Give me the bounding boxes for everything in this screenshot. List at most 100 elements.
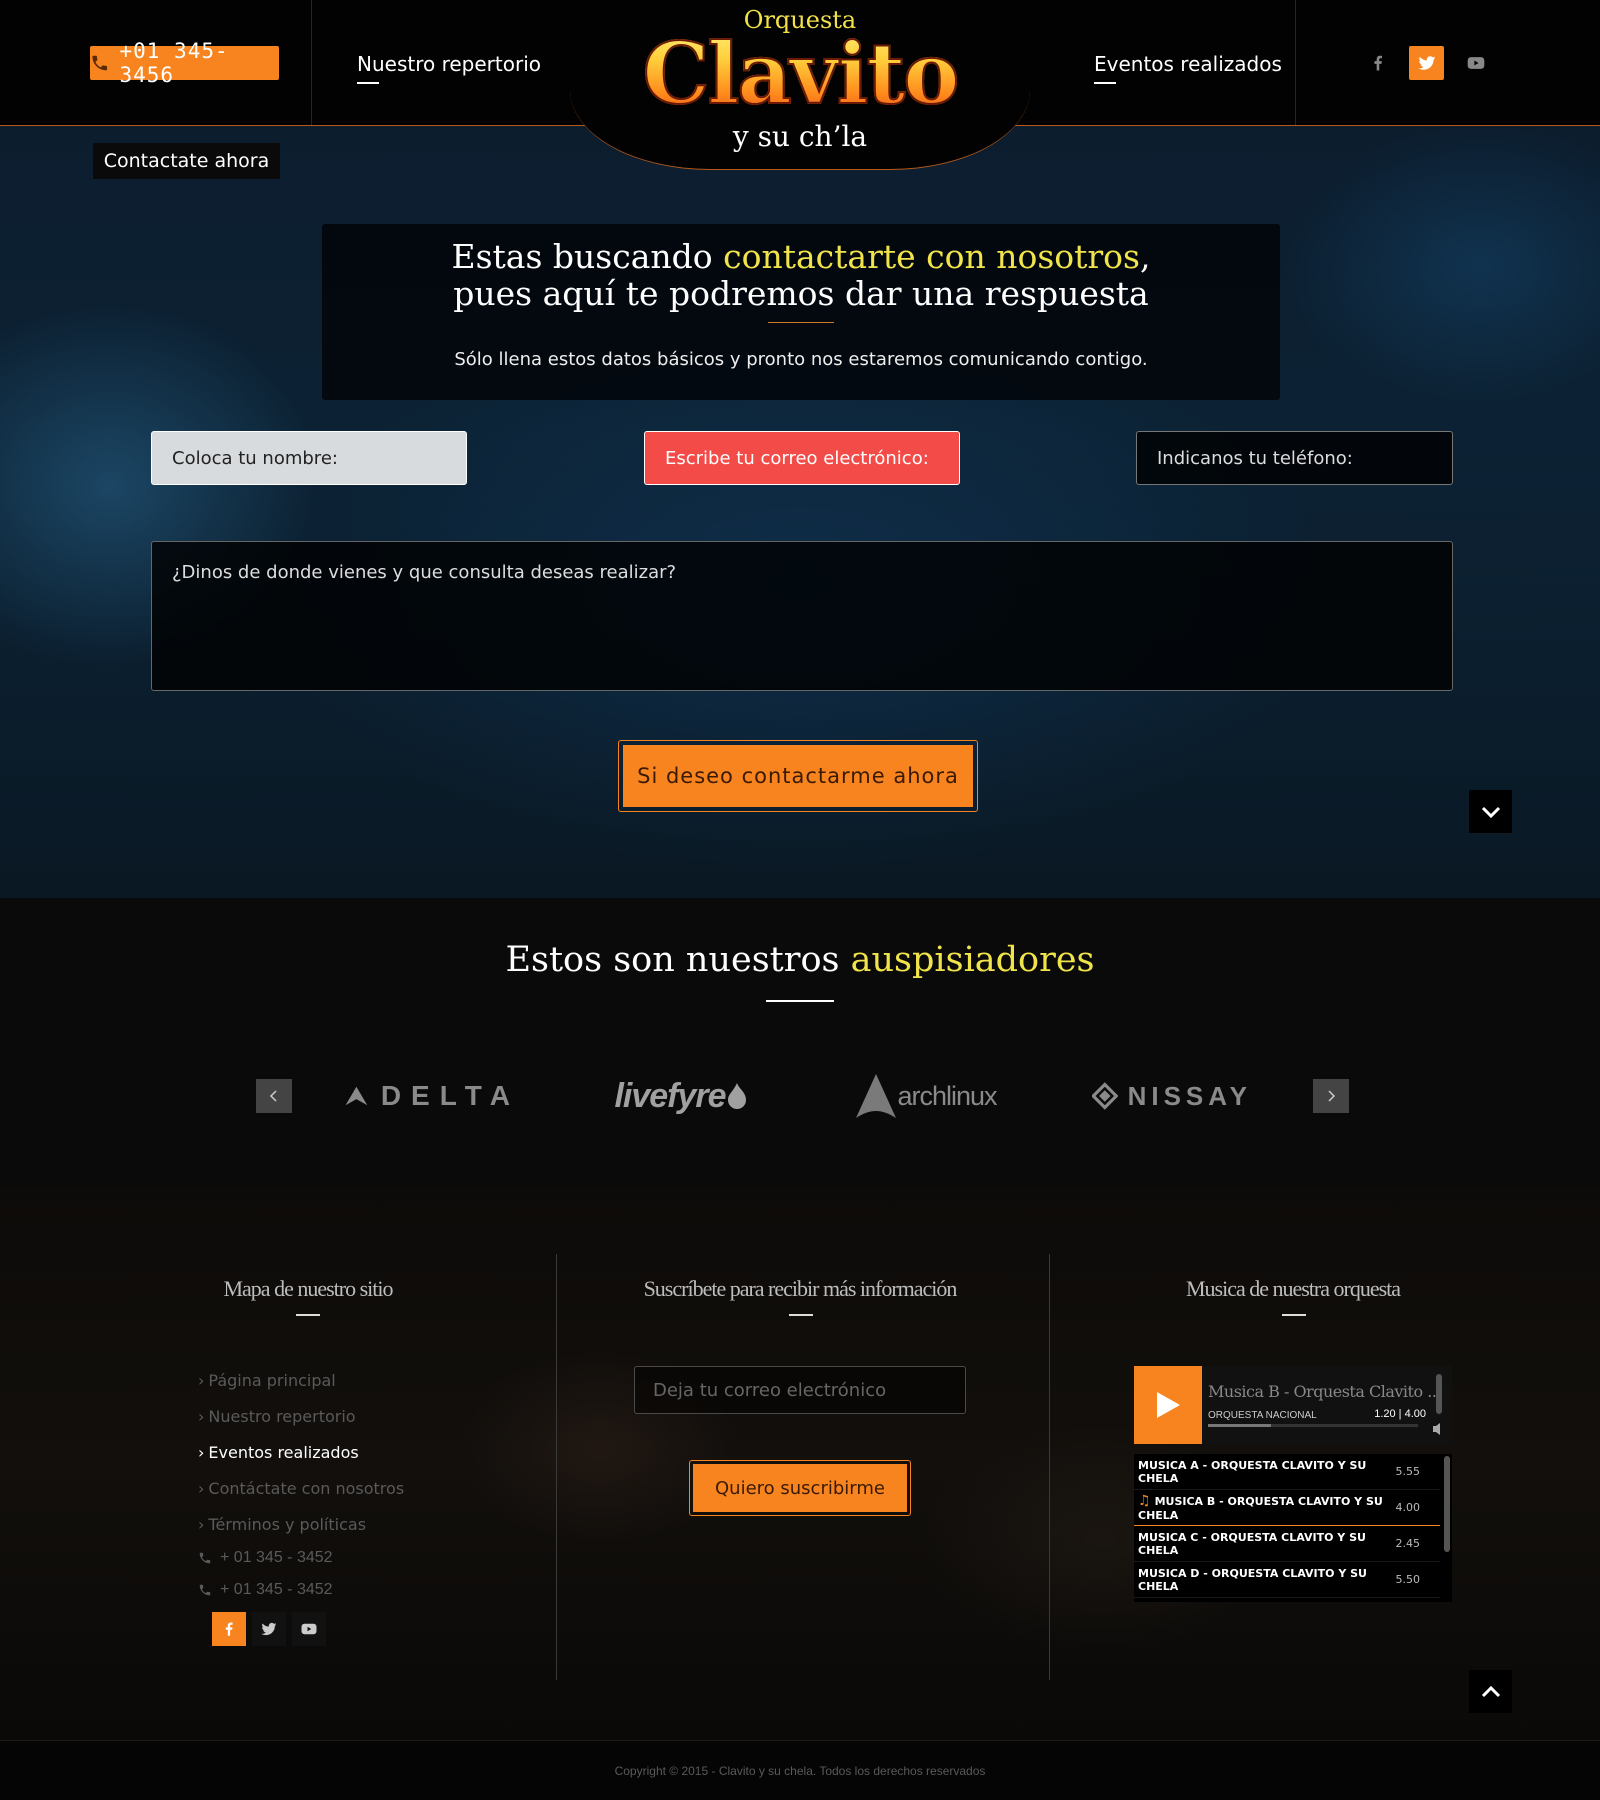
- now-playing-title: Musica B - Orquesta Clavito ...: [1208, 1382, 1441, 1401]
- youtube-icon[interactable]: [292, 1612, 326, 1646]
- sponsor-archlinux-text: archlinux: [897, 1080, 997, 1111]
- sponsors-title-a: Estos son nuestros: [505, 940, 851, 980]
- section-tag: Contactate ahora: [93, 143, 280, 179]
- phone-icon: [92, 55, 108, 71]
- header-divider: [1295, 0, 1296, 125]
- submit-button-frame: Si deseo contactarme ahora: [618, 740, 978, 812]
- footer-divider: [1049, 1254, 1050, 1680]
- playlist-item-duration: 2.45: [1395, 1537, 1421, 1550]
- subscribe-button[interactable]: Quiero suscribirme: [693, 1464, 907, 1512]
- sitemap-list: › Página principal › Nuestro repertorio › E…: [198, 1362, 404, 1606]
- header-divider: [311, 0, 312, 125]
- title-divider: [789, 1314, 813, 1316]
- chevron-down-icon: [1481, 806, 1500, 818]
- chevron-right-icon: [1328, 1090, 1336, 1102]
- sitemap-link[interactable]: › Página principal: [198, 1362, 404, 1398]
- phone-field[interactable]: Indicanos tu teléfono:: [1136, 431, 1453, 485]
- footer-phone: + 01 345 - 3452: [198, 1542, 404, 1574]
- carousel-prev-button[interactable]: [256, 1079, 292, 1113]
- facebook-icon[interactable]: [1360, 46, 1395, 80]
- sponsor-delta-text: DELTA: [380, 1080, 520, 1111]
- playlist-item[interactable]: MUSICA D - ORQUESTA CLAVITO Y SU CHELA 5…: [1134, 1562, 1440, 1598]
- intro-title: Estas buscando contactarte con nosotros,…: [322, 238, 1280, 312]
- facebook-icon[interactable]: [212, 1612, 246, 1646]
- subscribe-title: Suscríbete para recibir más información: [643, 1276, 958, 1301]
- sitemap-link[interactable]: › Contáctate con nosotros: [198, 1470, 404, 1506]
- submit-button[interactable]: Si deseo contactarme ahora: [623, 745, 973, 807]
- sitemap-link[interactable]: › Términos y políticas: [198, 1506, 404, 1542]
- playlist-item-duration: 5.50: [1395, 1573, 1421, 1586]
- phone-number: +01 345-3456: [119, 39, 229, 87]
- flame-icon: [727, 1083, 746, 1109]
- playlist-item[interactable]: MUSICA A - ORQUESTA CLAVITO Y SU CHELA 5…: [1134, 1454, 1440, 1490]
- sitemap-link[interactable]: › Nuestro repertorio: [198, 1398, 404, 1434]
- playlist-item-duration: 5.55: [1395, 1465, 1421, 1478]
- sitemap-link-label: Eventos realizados: [208, 1442, 359, 1462]
- scroll-to-top-button[interactable]: [1469, 1670, 1512, 1713]
- logo-subtitle: y su ch’la: [732, 120, 868, 153]
- nav-repertorio[interactable]: Nuestro repertorio: [357, 52, 541, 84]
- sitemap-title: Mapa de nuestro sitio: [223, 1276, 393, 1301]
- title-divider: [766, 1000, 834, 1002]
- sponsors-title-highlight: auspisiadores: [850, 940, 1095, 980]
- sponsor-logo-delta: DELTA: [344, 1068, 520, 1124]
- logo-wordmark: Clavito: [570, 23, 1030, 124]
- playlist-item-title: MUSICA C - ORQUESTA CLAVITO Y SU CHELA: [1138, 1530, 1366, 1557]
- progress-bar[interactable]: [1208, 1424, 1418, 1427]
- intro-title-line2: pues aquí te podremos dar una respuesta: [453, 274, 1149, 313]
- title-divider: [1282, 1314, 1306, 1316]
- volume-slider[interactable]: [1436, 1374, 1442, 1414]
- message-field[interactable]: ¿Dinos de donde vienes y que consulta de…: [151, 541, 1453, 691]
- chevron-right-icon: ›: [198, 1442, 205, 1462]
- volume-icon: [1433, 1423, 1440, 1435]
- now-playing-artist: ORQUESTA NACIONAL: [1208, 1410, 1317, 1421]
- sitemap-link-label: Página principal: [208, 1370, 336, 1390]
- play-button[interactable]: [1134, 1366, 1202, 1444]
- nav-eventos[interactable]: Eventos realizados: [1094, 52, 1282, 84]
- chevron-right-icon: ›: [198, 1406, 205, 1426]
- sitemap-link-label: Nuestro repertorio: [208, 1406, 356, 1426]
- phone-button[interactable]: +01 345-3456: [90, 39, 279, 87]
- player-header: Musica B - Orquesta Clavito ... ORQUESTA…: [1134, 1366, 1452, 1444]
- playlist-item-title: MUSICA B - ORQUESTA CLAVITO Y SU CHELA: [1138, 1495, 1383, 1522]
- phone-icon: [199, 1584, 211, 1596]
- carousel-next-button[interactable]: [1313, 1079, 1349, 1113]
- name-field[interactable]: Coloca tu nombre:: [151, 431, 467, 485]
- playlist-item[interactable]: MUSICA C - ORQUESTA CLAVITO Y SU CHELA 2…: [1134, 1526, 1440, 1562]
- footer-phone-number: + 01 345 - 3452: [220, 1581, 333, 1598]
- playlist-scrollbar[interactable]: [1444, 1456, 1450, 1552]
- scroll-down-button[interactable]: [1469, 790, 1512, 833]
- playlist-item-title-wrap: ♫ MUSICA B - ORQUESTA CLAVITO Y SU CHELA: [1138, 1493, 1396, 1522]
- sponsor-logo-archlinux: archlinux: [846, 1068, 1006, 1124]
- sitemap-link-label: Contáctate con nosotros: [208, 1478, 405, 1498]
- sponsors-title: Estos son nuestros auspisiadores: [0, 940, 1600, 980]
- playlist: MUSICA A - ORQUESTA CLAVITO Y SU CHELA 5…: [1134, 1454, 1452, 1602]
- youtube-icon[interactable]: [1458, 46, 1493, 80]
- email-field[interactable]: Escribe tu correo electrónico:: [644, 431, 960, 485]
- chevron-right-icon: ›: [198, 1370, 205, 1390]
- subscribe-email-input[interactable]: Deja tu correo electrónico: [634, 1366, 966, 1414]
- sponsors-section: Estos son nuestros auspisiadores DELTA l…: [0, 898, 1600, 1188]
- site-logo[interactable]: Orquesta Clavito y su ch’la: [570, 0, 1030, 170]
- chevron-up-icon: [1481, 1685, 1500, 1697]
- music-player: Musica B - Orquesta Clavito ... ORQUESTA…: [1134, 1366, 1452, 1602]
- title-divider: [296, 1314, 320, 1316]
- playlist-item-active[interactable]: ♫ MUSICA B - ORQUESTA CLAVITO Y SU CHELA …: [1134, 1490, 1440, 1526]
- footer-phone: + 01 345 - 3452: [198, 1574, 404, 1606]
- copyright: Copyright © 2015 - Clavito y su chela. T…: [0, 1740, 1600, 1800]
- delta-icon: [345, 1086, 368, 1106]
- intro-title-a: Estas buscando: [451, 237, 724, 276]
- sponsor-logo-livefyre: livefyre: [606, 1068, 756, 1124]
- playlist-item-duration: 4.00: [1395, 1501, 1421, 1514]
- intro-box: Estas buscando contactarte con nosotros,…: [322, 224, 1280, 400]
- sponsor-livefyre-text: livefyre: [614, 1076, 726, 1115]
- progress-fill: [1208, 1424, 1271, 1427]
- playlist-item-title: MUSICA D - ORQUESTA CLAVITO Y SU CHELA: [1138, 1566, 1367, 1593]
- contact-section: Contactate ahora Estas buscando contacta…: [0, 126, 1600, 898]
- chevron-left-icon: [269, 1090, 277, 1102]
- twitter-icon[interactable]: [252, 1612, 286, 1646]
- intro-text: Sólo llena estos datos básicos y pronto …: [454, 349, 1148, 370]
- nissay-icon: [1092, 1082, 1118, 1110]
- sitemap-link[interactable]: › Eventos realizados: [198, 1434, 404, 1470]
- twitter-icon[interactable]: [1409, 46, 1444, 80]
